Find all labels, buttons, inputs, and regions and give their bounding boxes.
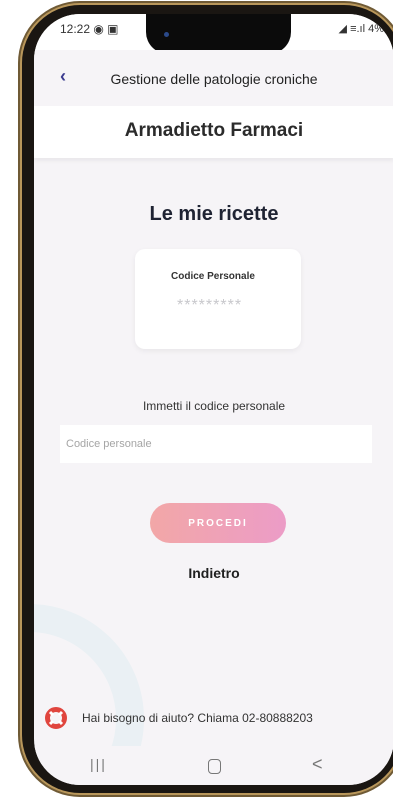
proceed-button[interactable]: PROCEDI — [150, 503, 286, 543]
recents-icon[interactable]: ||| — [90, 756, 107, 772]
camera-dot — [164, 32, 169, 37]
instruction-text: Immetti il codice personale — [142, 399, 286, 413]
top-bar-title: Gestione delle patologie croniche — [110, 71, 318, 87]
phone-screen: 12:22 ◉ ▣ ◢ ≡.ıl 4% ‹ Gestione delle pat… — [34, 14, 393, 785]
camera-notch — [146, 14, 291, 54]
lifebuoy-icon — [45, 707, 67, 729]
section-title: Armadietto Farmaci — [124, 120, 304, 141]
android-nav-bar: ||| < — [34, 746, 393, 785]
status-icons: ◢ ≡.ıl 4% — [338, 23, 384, 35]
section-header: Armadietto Farmaci — [34, 106, 393, 158]
home-icon[interactable] — [208, 759, 221, 774]
personal-code-label: Codice Personale — [171, 271, 255, 282]
top-bar: ‹ Gestione delle patologie croniche — [34, 50, 393, 106]
back-link[interactable]: Indietro — [34, 565, 393, 581]
page-title: Le mie ricette — [149, 203, 279, 225]
personal-code-input[interactable] — [60, 425, 372, 463]
nav-back-icon[interactable]: < — [312, 754, 323, 775]
status-time: 12:22 ◉ ▣ — [60, 22, 119, 36]
personal-code-masked: ********* — [177, 297, 243, 314]
help-text: Hai bisogno di aiuto? Chiama 02-80888203 — [82, 711, 313, 725]
personal-code-card: Codice Personale ********* — [135, 249, 301, 349]
